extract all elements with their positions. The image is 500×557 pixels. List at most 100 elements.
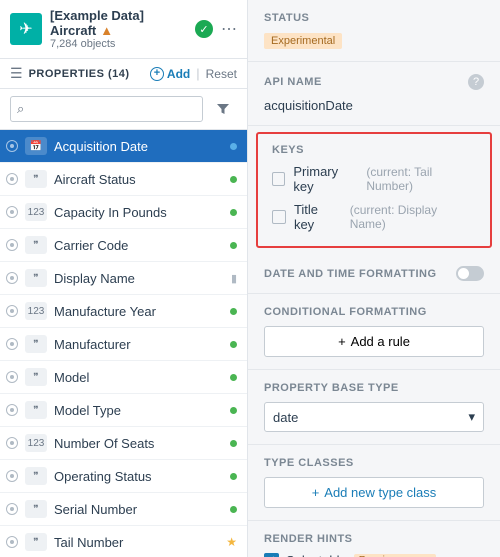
target-icon — [6, 404, 18, 416]
string-type-icon: ❞ — [25, 500, 47, 518]
property-name: Display Name — [54, 271, 224, 286]
status-section-label: STATUS — [264, 12, 484, 24]
plus-circle-icon: + — [150, 67, 164, 81]
property-item[interactable]: 123Number Of Seats — [0, 427, 247, 460]
object-title: Aircraft — [50, 23, 96, 38]
search-input[interactable]: ⌕ — [10, 96, 203, 122]
property-name: Acquisition Date — [54, 139, 223, 154]
status-dot — [230, 374, 237, 381]
property-name: Tail Number — [54, 535, 219, 550]
target-icon — [6, 470, 18, 482]
string-type-icon: ❞ — [25, 467, 47, 485]
title-key-current: (current: Display Name) — [350, 203, 476, 231]
property-name: Number Of Seats — [54, 436, 223, 451]
status-badge: Experimental — [264, 33, 342, 49]
add-typeclass-button[interactable]: +Add new type class — [264, 477, 484, 508]
string-type-icon: ❞ — [25, 269, 47, 287]
primary-key-current: (current: Tail Number) — [366, 165, 476, 193]
basetype-select[interactable]: date ▾ — [264, 402, 484, 432]
target-icon — [6, 140, 18, 152]
primary-key-checkbox[interactable] — [272, 172, 285, 186]
keys-section-label: KEYS — [272, 144, 476, 156]
property-item[interactable]: ❞ Operating Status — [0, 460, 247, 493]
number-type-icon: 123 — [25, 203, 47, 221]
filter-button[interactable] — [209, 96, 237, 122]
status-dot — [230, 473, 237, 480]
datetime-toggle[interactable] — [456, 266, 484, 281]
status-dot — [230, 506, 237, 513]
status-dot — [230, 242, 237, 249]
property-name: Manufacturer — [54, 337, 223, 352]
string-type-icon: ❞ — [25, 401, 47, 419]
more-menu-button[interactable]: ⋯ — [221, 19, 237, 39]
airplane-icon: ✈ — [10, 13, 42, 45]
target-icon — [6, 272, 18, 284]
property-name: Manufacture Year — [54, 304, 223, 319]
primary-key-label: Primary key — [293, 164, 358, 194]
property-item[interactable]: ❞ Model — [0, 361, 247, 394]
target-icon — [6, 536, 18, 548]
selectable-checkbox[interactable]: ✓ — [264, 553, 279, 557]
property-item[interactable]: ❞ Serial Number — [0, 493, 247, 526]
target-icon — [6, 305, 18, 317]
date-type-icon: 📅 — [25, 137, 47, 155]
property-name: Carrier Code — [54, 238, 223, 253]
status-dot — [230, 143, 237, 150]
string-type-icon: ❞ — [25, 368, 47, 386]
keys-section: KEYS Primary key (current: Tail Number) … — [256, 132, 492, 248]
list-icon: ☰ — [10, 65, 23, 82]
bookmark-icon: ▮ — [231, 272, 237, 285]
star-icon: ★ — [226, 535, 237, 549]
search-icon: ⌕ — [17, 101, 24, 117]
funnel-icon — [216, 102, 230, 116]
title-key-checkbox[interactable] — [272, 210, 286, 224]
target-icon — [6, 206, 18, 218]
add-rule-button[interactable]: +Add a rule — [264, 326, 484, 357]
property-name: Capacity In Pounds — [54, 205, 223, 220]
property-item[interactable]: ❞ Display Name ▮ — [0, 262, 247, 295]
number-type-icon: 123 — [25, 302, 47, 320]
add-property-button[interactable]: + Add — [150, 67, 190, 81]
property-name: Aircraft Status — [54, 172, 223, 187]
object-prefix: [Example Data] — [50, 8, 144, 23]
target-icon — [6, 173, 18, 185]
status-dot — [230, 440, 237, 447]
property-name: Operating Status — [54, 469, 223, 484]
conditional-section-label: CONDITIONAL FORMATTING — [264, 306, 484, 318]
property-name: Serial Number — [54, 502, 223, 517]
warning-icon: ▲ — [100, 23, 113, 38]
target-icon — [6, 239, 18, 251]
api-section-label: API NAME — [264, 76, 322, 88]
object-count: 7,284 objects — [50, 38, 187, 50]
status-dot — [230, 341, 237, 348]
status-check-icon: ✓ — [195, 20, 213, 38]
plus-icon: + — [312, 485, 320, 500]
string-type-icon: ❞ — [25, 533, 47, 551]
property-item[interactable]: ❞ Aircraft Status — [0, 163, 247, 196]
property-item[interactable]: 123 Capacity In Pounds — [0, 196, 247, 229]
property-item[interactable]: ❞ Carrier Code — [0, 229, 247, 262]
string-type-icon: ❞ — [25, 236, 47, 254]
status-dot — [230, 176, 237, 183]
property-item[interactable]: ❞ Model Type — [0, 394, 247, 427]
chevron-down-icon: ▾ — [468, 409, 475, 425]
property-name: Model — [54, 370, 223, 385]
status-dot — [230, 209, 237, 216]
title-key-label: Title key — [294, 202, 342, 232]
property-item[interactable]: 📅 Acquisition Date — [0, 130, 247, 163]
typeclasses-section-label: TYPE CLASSES — [264, 457, 484, 469]
target-icon — [6, 503, 18, 515]
help-icon[interactable]: ? — [468, 74, 484, 90]
api-name-value: acquisitionDate — [264, 98, 484, 113]
properties-bar: ☰ PROPERTIES (14) + Add | Reset — [0, 58, 247, 89]
string-type-icon: ❞ — [25, 170, 47, 188]
reset-button[interactable]: Reset — [206, 67, 237, 81]
selectable-label: Selectable — [286, 553, 347, 557]
property-item[interactable]: ❞ Tail Number ★ — [0, 526, 247, 557]
property-name: Model Type — [54, 403, 223, 418]
target-icon — [6, 371, 18, 383]
property-item[interactable]: 123 Manufacture Year — [0, 295, 247, 328]
target-icon — [6, 338, 18, 350]
target-icon — [6, 437, 18, 449]
property-item[interactable]: ❞Manufacturer — [0, 328, 247, 361]
